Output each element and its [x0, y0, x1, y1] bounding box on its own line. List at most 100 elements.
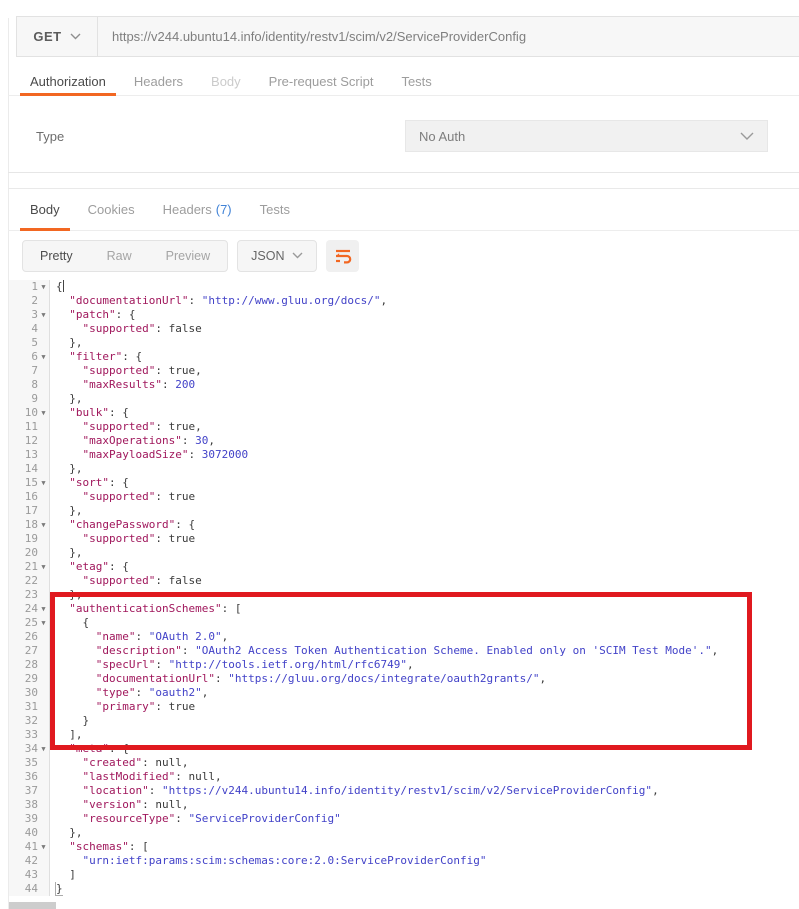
tab-tests[interactable]: Tests [387, 67, 445, 95]
line-number: 28 [25, 658, 38, 672]
tab-response-body[interactable]: Body [16, 189, 74, 230]
gutter-cell: 6▼ [9, 350, 50, 364]
tab-prerequest-script[interactable]: Pre-request Script [255, 67, 388, 95]
code-text: "maxOperations": 30, [50, 434, 215, 448]
code-text: { [50, 616, 89, 630]
line-number: 24 [25, 602, 38, 616]
code-text: "specUrl": "http://tools.ietf.org/html/r… [50, 658, 414, 672]
gutter-cell: 29 [9, 672, 50, 686]
gutter-cell: 23 [9, 588, 50, 602]
code-line: 13 "maxPayloadSize": 3072000 [9, 448, 799, 462]
line-number: 10 [25, 406, 38, 420]
fold-arrow-icon[interactable]: ▼ [38, 280, 49, 294]
method-dropdown[interactable]: GET [17, 17, 98, 56]
auth-type-select[interactable]: No Auth [405, 120, 768, 152]
code-line: 38 "version": null, [9, 798, 799, 812]
code-editor[interactable]: 1▼{2 "documentationUrl": "http://www.glu… [9, 280, 799, 909]
tab-headers[interactable]: Headers [120, 67, 197, 95]
gutter-cell: 41▼ [9, 840, 50, 854]
gutter-cell: 3▼ [9, 308, 50, 322]
code-line: 7 "supported": true, [9, 364, 799, 378]
code-line: 10▼ "bulk": { [9, 406, 799, 420]
chevron-down-icon [70, 33, 81, 40]
code-line: 16 "supported": true [9, 490, 799, 504]
code-line: 43 ] [9, 868, 799, 882]
code-text: "supported": true, [50, 420, 202, 434]
code-line: 14 }, [9, 462, 799, 476]
fold-arrow-icon[interactable]: ▼ [38, 308, 49, 322]
gutter-cell: 4 [9, 322, 50, 336]
code-text: "location": "https://v244.ubuntu14.info/… [50, 784, 659, 798]
line-number: 4 [31, 322, 38, 336]
tab-response-cookies[interactable]: Cookies [74, 189, 149, 230]
language-dropdown[interactable]: JSON [237, 240, 317, 272]
code-line: 27 "description": "OAuth2 Access Token A… [9, 644, 799, 658]
line-number: 44 [25, 882, 38, 896]
url-text: https://v244.ubuntu14.info/identity/rest… [112, 29, 526, 44]
code-line: 4 "supported": false [9, 322, 799, 336]
code-text: } [50, 882, 63, 896]
view-raw-button[interactable]: Raw [90, 241, 149, 271]
horizontal-scrollbar-thumb[interactable] [9, 902, 56, 909]
gutter-cell: 22 [9, 574, 50, 588]
fold-arrow-icon[interactable]: ▼ [38, 406, 49, 420]
gutter-cell: 10▼ [9, 406, 50, 420]
code-line: 44} [9, 882, 799, 896]
authorization-panel: Type No Auth [8, 96, 799, 173]
tab-authorization[interactable]: Authorization [16, 67, 120, 95]
code-text: }, [50, 336, 83, 350]
line-number: 42 [25, 854, 38, 868]
tab-label: Body [30, 202, 60, 217]
tab-label: Headers [163, 202, 212, 217]
tab-label: Body [211, 74, 241, 89]
line-number: 27 [25, 644, 38, 658]
line-number: 5 [31, 336, 38, 350]
fold-arrow-icon[interactable]: ▼ [38, 616, 49, 630]
fold-arrow-icon[interactable]: ▼ [38, 476, 49, 490]
gutter-cell: 7 [9, 364, 50, 378]
line-number: 14 [25, 462, 38, 476]
code-text: "maxResults": 200 [50, 378, 195, 392]
line-number: 34 [25, 742, 38, 756]
gutter-cell: 30 [9, 686, 50, 700]
fold-arrow-icon[interactable]: ▼ [38, 518, 49, 532]
code-line: 28 "specUrl": "http://tools.ietf.org/htm… [9, 658, 799, 672]
line-number: 13 [25, 448, 38, 462]
code-line: 3▼ "patch": { [9, 308, 799, 322]
code-text: } [50, 714, 89, 728]
url-input[interactable]: https://v244.ubuntu14.info/identity/rest… [98, 17, 799, 56]
wrap-text-button[interactable] [326, 240, 359, 272]
fold-arrow-icon[interactable]: ▼ [38, 602, 49, 616]
code-text: "supported": true, [50, 364, 202, 378]
fold-arrow-icon[interactable]: ▼ [38, 350, 49, 364]
line-number: 31 [25, 700, 38, 714]
code-text: "bulk": { [50, 406, 129, 420]
gutter-cell: 34▼ [9, 742, 50, 756]
fold-arrow-icon[interactable]: ▼ [38, 840, 49, 854]
code-text: }, [50, 546, 83, 560]
line-number: 12 [25, 434, 38, 448]
code-text: "documentationUrl": "http://www.gluu.org… [50, 294, 387, 308]
fold-arrow-icon[interactable]: ▼ [38, 560, 49, 574]
line-number: 15 [25, 476, 38, 490]
code-text: "etag": { [50, 560, 129, 574]
code-text: }, [50, 504, 83, 518]
fold-arrow-icon[interactable]: ▼ [38, 742, 49, 756]
line-number: 9 [31, 392, 38, 406]
code-text: "meta": { [50, 742, 129, 756]
view-pretty-button[interactable]: Pretty [23, 241, 90, 271]
view-preview-button[interactable]: Preview [149, 241, 227, 271]
gutter-cell: 11 [9, 420, 50, 434]
gutter-cell: 27 [9, 644, 50, 658]
line-number: 1 [31, 280, 38, 294]
tab-body[interactable]: Body [197, 67, 255, 95]
response-toolbar: Pretty Raw Preview JSON [8, 232, 799, 279]
line-number: 41 [25, 840, 38, 854]
tab-response-tests[interactable]: Tests [246, 189, 304, 230]
tab-response-headers[interactable]: Headers (7) [149, 189, 246, 230]
code-text: }, [50, 588, 83, 602]
gutter-cell: 17 [9, 504, 50, 518]
code-line: 35 "created": null, [9, 756, 799, 770]
auth-type-label: Type [36, 129, 64, 144]
line-number: 8 [31, 378, 38, 392]
